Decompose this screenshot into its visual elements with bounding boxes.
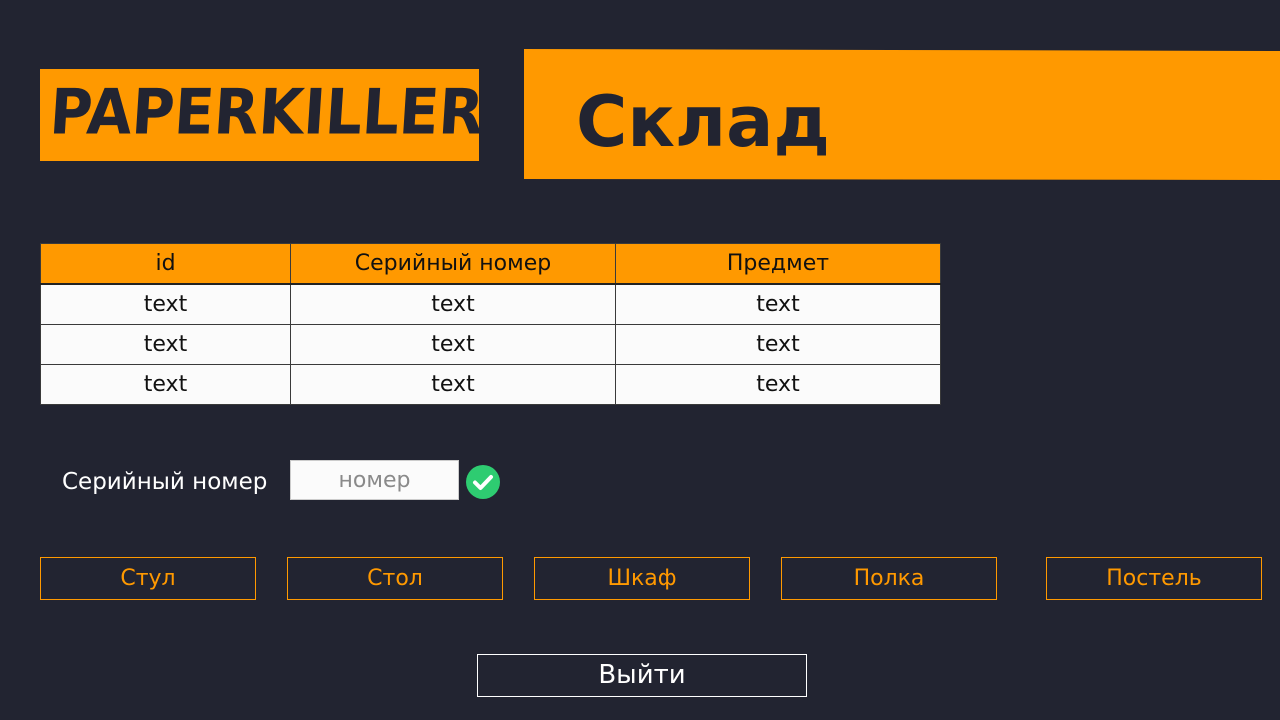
category-button-bed[interactable]: Постель	[1046, 557, 1262, 600]
category-button-wardrobe[interactable]: Шкаф	[534, 557, 750, 600]
table-cell: text	[290, 364, 616, 405]
table-cell: text	[290, 283, 616, 325]
table-row[interactable]: text text text	[40, 324, 941, 365]
table-cell: text	[40, 324, 291, 365]
column-header-item[interactable]: Предмет	[615, 243, 941, 285]
table-cell: text	[615, 283, 941, 325]
inventory-table: id Серийный номер Предмет text text text…	[40, 243, 941, 405]
exit-button[interactable]: Выйти	[477, 654, 807, 697]
table-cell: text	[615, 324, 941, 365]
column-header-id[interactable]: id	[40, 243, 291, 285]
table-header-row: id Серийный номер Предмет	[40, 243, 941, 285]
serial-number-input[interactable]	[290, 460, 459, 500]
category-button-table[interactable]: Стол	[287, 557, 503, 600]
serial-number-label: Серийный номер	[62, 469, 268, 495]
table-cell: text	[40, 283, 291, 325]
table-cell: text	[290, 324, 616, 365]
table-row[interactable]: text text text	[40, 364, 941, 405]
page-title: Склад	[576, 81, 830, 163]
logo: PAPERKILLER	[47, 75, 486, 149]
category-button-chair[interactable]: Стул	[40, 557, 256, 600]
table-row[interactable]: text text text	[40, 283, 941, 325]
table-cell: text	[615, 364, 941, 405]
column-header-serial[interactable]: Серийный номер	[290, 243, 616, 285]
category-button-shelf[interactable]: Полка	[781, 557, 997, 600]
check-circle-icon[interactable]	[466, 465, 500, 499]
table-cell: text	[40, 364, 291, 405]
